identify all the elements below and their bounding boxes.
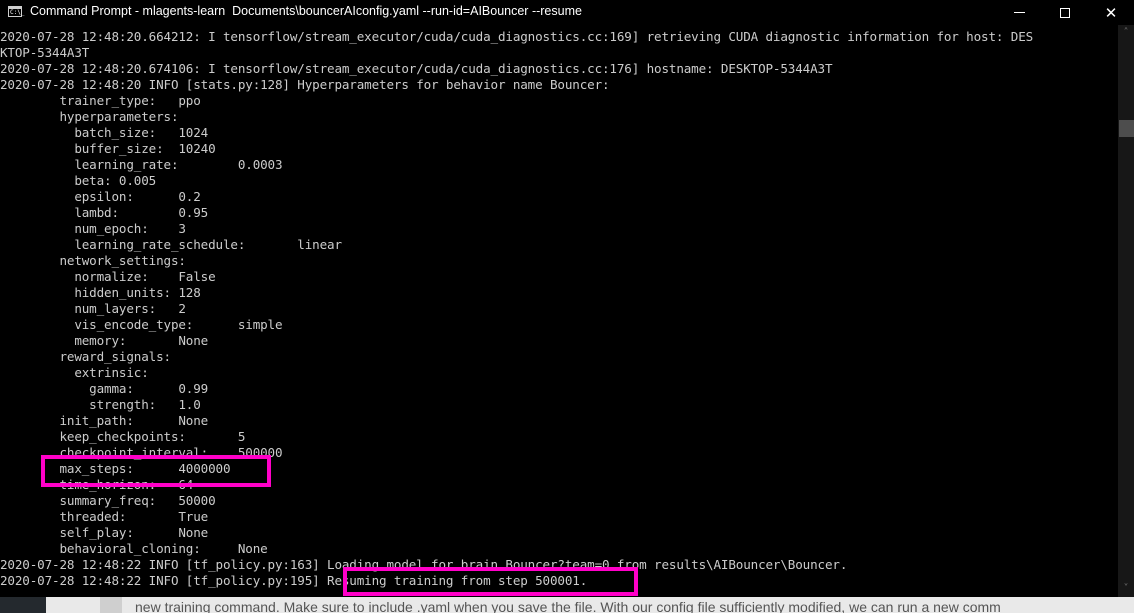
console-line: threaded: True xyxy=(0,509,209,524)
console-line: gamma: 0.99 xyxy=(0,381,209,396)
close-button[interactable]: ✕ xyxy=(1088,0,1134,25)
minimize-icon xyxy=(1013,12,1025,13)
chevron-up-icon: ˄ xyxy=(1123,27,1129,38)
scroll-up-button[interactable]: ˄ xyxy=(1118,25,1134,41)
scroll-down-button[interactable]: ˅ xyxy=(1118,581,1134,597)
console-line: extrinsic: xyxy=(0,365,149,380)
title-bar: C:\_ Command Prompt - mlagents-learn Doc… xyxy=(0,0,1134,25)
console-line: 2020-07-28 12:48:20 INFO [stats.py:128] … xyxy=(0,77,610,92)
maximize-icon xyxy=(1060,7,1070,18)
console-line: hyperparameters: xyxy=(0,109,179,124)
console-line: summary_freq: 50000 xyxy=(0,493,216,508)
minimize-button[interactable] xyxy=(996,0,1042,25)
background-text: new training command. Make sure to inclu… xyxy=(135,599,1001,613)
console-line: beta: 0.005 xyxy=(0,173,157,188)
console-line: lambd: 0.95 xyxy=(0,205,209,220)
background-margin xyxy=(100,597,122,613)
console-line: learning_rate_schedule: linear xyxy=(0,237,342,252)
console-line: strength: 1.0 xyxy=(0,397,201,412)
close-icon: ✕ xyxy=(1104,3,1118,22)
console-output[interactable]: 2020-07-28 12:48:20.664212: I tensorflow… xyxy=(0,29,1117,597)
console-line: keep_checkpoints: 5 xyxy=(0,429,246,444)
background-webpage: new training command. Make sure to inclu… xyxy=(0,597,1134,613)
console-line: normalize: False xyxy=(0,269,216,284)
highlight-resume-step xyxy=(343,567,638,596)
console-line: self_play: None xyxy=(0,525,209,540)
window-title: Command Prompt - mlagents-learn Document… xyxy=(30,4,582,18)
console-line: hidden_units: 128 xyxy=(0,285,201,300)
console-line: buffer_size: 10240 xyxy=(0,141,216,156)
chevron-down-icon: ˅ xyxy=(1123,583,1129,594)
console-line: reward_signals: xyxy=(0,349,171,364)
maximize-button[interactable] xyxy=(1042,0,1088,25)
scrollbar-thumb[interactable] xyxy=(1119,120,1134,137)
console-line: num_epoch: 3 xyxy=(0,221,186,236)
vertical-scrollbar[interactable]: ˄ ˅ xyxy=(1118,25,1134,597)
console-line: 2020-07-28 12:48:20.664212: I tensorflow… xyxy=(0,29,1034,44)
console-line: learning_rate: 0.0003 xyxy=(0,157,283,172)
console-line: batch_size: 1024 xyxy=(0,125,209,140)
console-line: init_path: None xyxy=(0,413,209,428)
console-line: trainer_type: ppo xyxy=(0,93,201,108)
console-line: 2020-07-28 12:48:20.674106: I tensorflow… xyxy=(0,61,833,76)
background-sidebar xyxy=(0,597,46,613)
console-line: KTOP-5344A3T xyxy=(0,45,90,60)
command-prompt-icon: C:\_ xyxy=(8,6,24,17)
console-line: epsilon: 0.2 xyxy=(0,189,201,204)
console-line: network_settings: xyxy=(0,253,186,268)
console-line: memory: None xyxy=(0,333,209,348)
highlight-max-steps xyxy=(41,455,271,487)
console-line: behavioral_cloning: None xyxy=(0,541,268,556)
console-line: num_layers: 2 xyxy=(0,301,186,316)
console-line: vis_encode_type: simple xyxy=(0,317,283,332)
